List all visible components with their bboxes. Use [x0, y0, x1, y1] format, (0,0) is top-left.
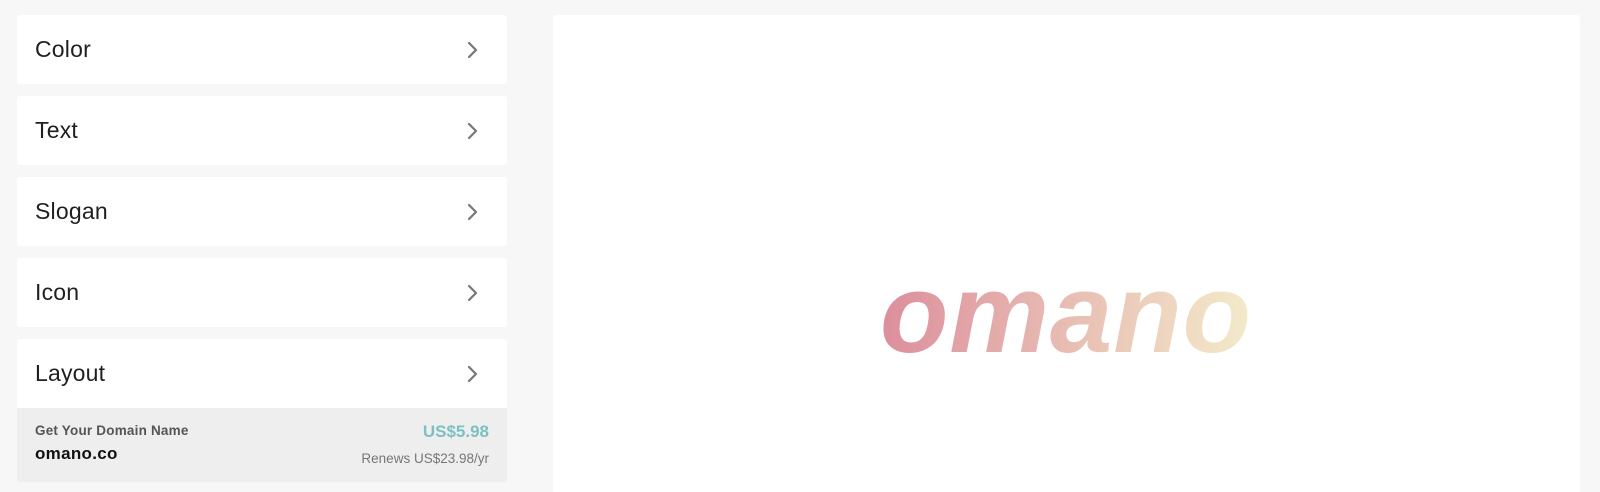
- menu-item-label: Icon: [35, 279, 80, 305]
- chevron-right-icon: [465, 283, 481, 303]
- menu-item-layout[interactable]: Layout: [17, 339, 507, 408]
- menu-item-icon[interactable]: Icon: [17, 258, 507, 327]
- domain-offer-card[interactable]: Get Your Domain Name omano.co US$5.98 Re…: [17, 408, 507, 482]
- chevron-right-icon: [465, 202, 481, 222]
- logo-editor: Color Text Slogan Icon Layout Get Your D…: [0, 0, 1600, 492]
- menu-item-text[interactable]: Text: [17, 96, 507, 165]
- logo-wordmark: omano: [880, 251, 1252, 376]
- editor-sidebar: Color Text Slogan Icon Layout Get Your D…: [17, 15, 507, 482]
- domain-price: US$5.98: [422, 422, 489, 441]
- logo-preview-canvas[interactable]: omano: [553, 15, 1580, 492]
- menu-item-color[interactable]: Color: [17, 15, 507, 84]
- domain-offer-heading: Get Your Domain Name: [35, 423, 189, 438]
- chevron-right-icon: [465, 40, 481, 60]
- chevron-right-icon: [465, 121, 481, 141]
- menu-item-label: Color: [35, 36, 91, 62]
- menu-item-label: Text: [35, 117, 78, 143]
- menu-item-slogan[interactable]: Slogan: [17, 177, 507, 246]
- logo-preview-svg: omano: [880, 251, 1252, 376]
- menu-item-label: Layout: [35, 360, 106, 386]
- chevron-right-icon: [465, 364, 481, 384]
- domain-renewal-price: Renews US$23.98/yr: [361, 451, 489, 466]
- menu-item-label: Slogan: [35, 198, 108, 224]
- domain-name[interactable]: omano.co: [35, 444, 118, 464]
